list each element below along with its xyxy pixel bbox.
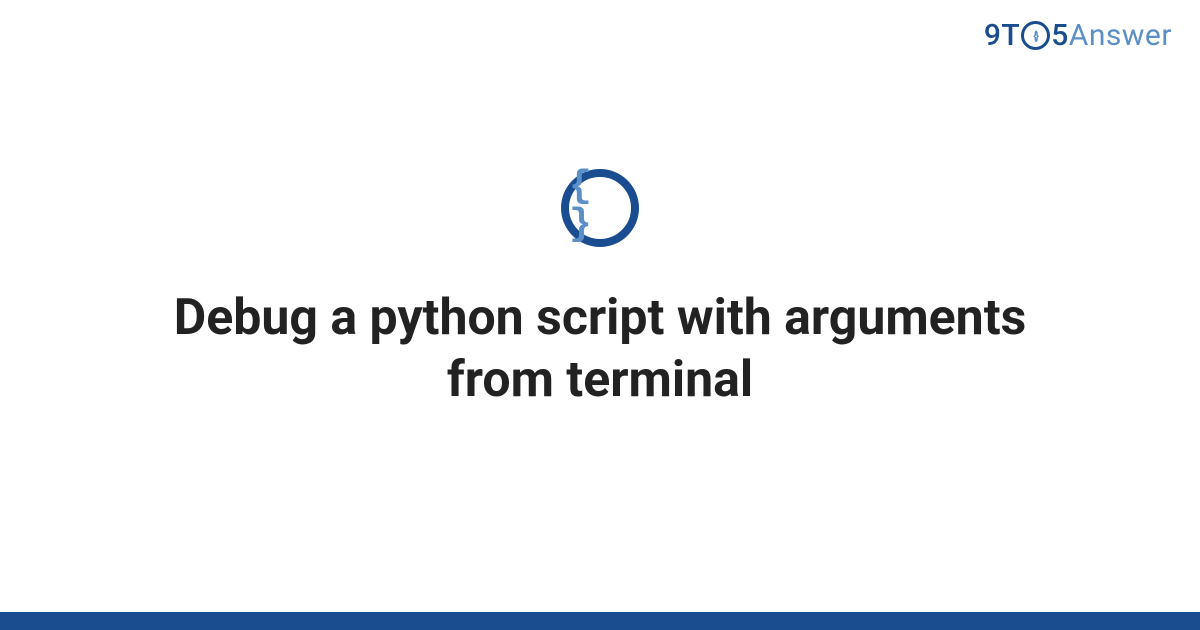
page-title: Debug a python script with arguments fro…	[150, 287, 1050, 412]
footer-accent-bar	[0, 612, 1200, 630]
main-content: { } Debug a python script with arguments…	[0, 0, 1200, 630]
hero-icon: { }	[561, 169, 639, 247]
code-icon-circle: { }	[561, 169, 639, 247]
braces-icon: { }	[569, 168, 631, 244]
